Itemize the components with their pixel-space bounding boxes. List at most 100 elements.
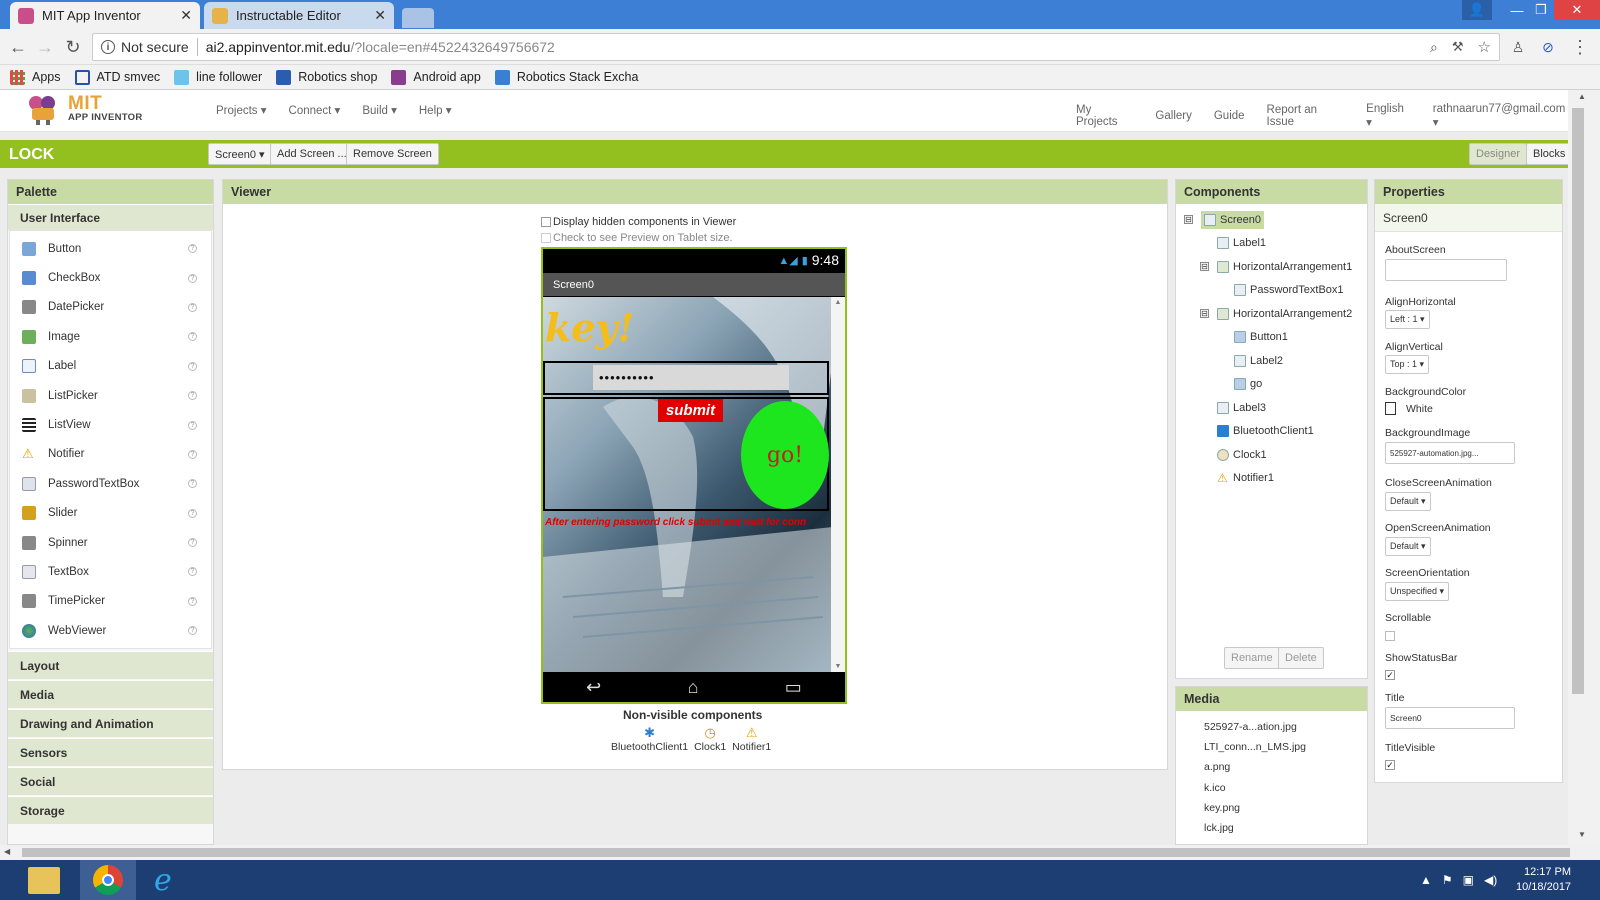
- nav-back-icon[interactable]: ↩: [586, 677, 601, 698]
- collapse-icon[interactable]: ⊟: [1184, 215, 1193, 225]
- help-icon[interactable]: ?: [188, 567, 197, 577]
- alignvertical-select[interactable]: Top : 1 ▾: [1385, 355, 1430, 374]
- bookmark-line-follower[interactable]: line follower: [174, 69, 262, 85]
- scrollbar-thumb[interactable]: [22, 848, 1570, 857]
- clock[interactable]: 12:17 PM 10/18/2017: [1516, 865, 1571, 895]
- media-file[interactable]: k.ico: [1204, 778, 1367, 798]
- palette-item-listpicker[interactable]: ListPicker?: [10, 381, 211, 410]
- bookmark-robotics-shop[interactable]: Robotics shop: [276, 69, 377, 85]
- account-menu[interactable]: rathnaarun77@gmail.com ▾: [1433, 103, 1568, 129]
- palette-item-textbox[interactable]: TextBox?: [10, 557, 211, 586]
- backgroundimage-picker[interactable]: 525927-automation.jpg...: [1385, 442, 1515, 464]
- link-my-projects[interactable]: My Projects: [1076, 104, 1133, 128]
- menu-help[interactable]: Help ▾: [419, 103, 452, 117]
- menu-build[interactable]: Build ▾: [362, 103, 397, 117]
- tree-node-label2[interactable]: Label2: [1184, 349, 1367, 373]
- collapse-icon[interactable]: ⊟: [1200, 262, 1209, 272]
- vertical-scrollbar[interactable]: ▲ ▼: [1568, 90, 1600, 845]
- bookmark-apps[interactable]: Apps: [10, 69, 61, 85]
- tree-node-label3[interactable]: Label3: [1184, 396, 1367, 420]
- help-icon[interactable]: ?: [188, 596, 197, 606]
- palette-category-user-interface[interactable]: User Interface: [8, 204, 213, 230]
- close-window-button[interactable]: ✕: [1554, 0, 1600, 20]
- tree-node-go[interactable]: go: [1184, 373, 1367, 397]
- help-icon[interactable]: ?: [188, 302, 197, 312]
- palette-category-layout[interactable]: Layout: [8, 651, 213, 680]
- tray-expand-icon[interactable]: ▲: [1420, 873, 1432, 887]
- new-tab-button[interactable]: [402, 8, 434, 28]
- palette-item-timepicker[interactable]: TimePicker?: [10, 587, 211, 616]
- showstatusbar-checkbox[interactable]: ✓: [1385, 670, 1395, 680]
- closescreenanimation-select[interactable]: Default ▾: [1385, 492, 1431, 511]
- palette-item-listview[interactable]: ListView?: [10, 410, 211, 439]
- tree-node-button1[interactable]: Button1: [1184, 326, 1367, 350]
- palette-item-button[interactable]: Button?: [10, 234, 211, 263]
- bookmark-atd[interactable]: ATD smvec: [74, 69, 160, 85]
- scrollbar-thumb[interactable]: [1572, 108, 1584, 694]
- palette-item-checkbox[interactable]: CheckBox?: [10, 263, 211, 292]
- media-file[interactable]: a.png: [1204, 757, 1367, 777]
- media-file[interactable]: key.png: [1204, 798, 1367, 818]
- palette-category-storage[interactable]: Storage: [8, 796, 213, 825]
- tablet-preview-option[interactable]: Check to see Preview on Tablet size.: [541, 232, 733, 244]
- collapse-icon[interactable]: ⊟: [1200, 309, 1209, 319]
- address-bar[interactable]: i Not secure ai2.appinventor.mit.edu /?l…: [92, 33, 1500, 61]
- menu-connect[interactable]: Connect ▾: [289, 103, 341, 117]
- openscreenanimation-select[interactable]: Default ▾: [1385, 537, 1431, 556]
- nav-recent-icon[interactable]: ▭: [785, 677, 802, 698]
- link-gallery[interactable]: Gallery: [1155, 110, 1191, 122]
- palette-category-social[interactable]: Social: [8, 767, 213, 796]
- horizontal-scrollbar[interactable]: ◀: [0, 845, 1570, 860]
- help-icon[interactable]: ?: [188, 479, 197, 489]
- hidden-components-option[interactable]: Display hidden components in Viewer: [541, 216, 736, 228]
- scroll-down-icon[interactable]: ▼: [831, 663, 845, 670]
- help-icon[interactable]: ?: [188, 332, 197, 342]
- help-icon[interactable]: ?: [188, 508, 197, 518]
- bookmark-star-icon[interactable]: ☆: [1478, 38, 1491, 56]
- password-textbox[interactable]: ••••••••••: [593, 365, 789, 390]
- help-icon[interactable]: ?: [188, 244, 197, 254]
- media-file[interactable]: lck.jpg: [1204, 818, 1367, 838]
- tree-node-notifier1[interactable]: ⚠ Notifier1: [1184, 467, 1367, 491]
- file-explorer-icon[interactable]: [28, 867, 60, 894]
- network-icon[interactable]: ▣: [1463, 873, 1474, 887]
- tree-node-clock1[interactable]: Clock1: [1184, 443, 1367, 467]
- zoom-icon[interactable]: ⌕: [1430, 39, 1438, 56]
- title-input[interactable]: Screen0: [1385, 707, 1515, 729]
- bookmark-robotics-stack[interactable]: Robotics Stack Excha: [494, 69, 638, 85]
- palette-category-media[interactable]: Media: [8, 680, 213, 709]
- help-icon[interactable]: ?: [188, 626, 197, 636]
- menu-icon[interactable]: ⋮: [1570, 37, 1590, 57]
- brush-icon[interactable]: ⚒: [1452, 39, 1464, 55]
- blocker-icon[interactable]: ⊘: [1538, 37, 1558, 57]
- nonvisible-notifier[interactable]: ⚠ Notifier1: [732, 725, 771, 753]
- titlevisible-checkbox[interactable]: ✓: [1385, 760, 1395, 770]
- help-icon[interactable]: ?: [188, 273, 197, 283]
- palette-item-label[interactable]: Label?: [10, 352, 211, 381]
- scrollable-checkbox[interactable]: [1385, 631, 1395, 641]
- remove-screen-button[interactable]: Remove Screen: [346, 143, 439, 165]
- flag-icon[interactable]: ⚑: [1442, 873, 1453, 887]
- palette-item-datepicker[interactable]: DatePicker?: [10, 293, 211, 322]
- phone-scrollbar[interactable]: ▲ ▼: [831, 297, 845, 672]
- chrome-taskbar-button[interactable]: [80, 860, 136, 900]
- browser-tab[interactable]: Instructable Editor ✕: [204, 2, 394, 29]
- screen-select[interactable]: Screen0 ▾: [208, 143, 272, 165]
- close-tab-icon[interactable]: ✕: [180, 7, 192, 24]
- tree-node-passwordtextbox1[interactable]: PasswordTextBox1: [1184, 279, 1367, 303]
- add-screen-button[interactable]: Add Screen ...: [270, 143, 354, 165]
- forward-icon[interactable]: →: [35, 37, 55, 57]
- go-button[interactable]: go!: [741, 401, 829, 509]
- nonvisible-clock[interactable]: ◷ Clock1: [694, 725, 726, 753]
- volume-icon[interactable]: ◀): [1484, 873, 1497, 887]
- palette-item-webviewer[interactable]: WebViewer?: [10, 616, 211, 645]
- scroll-left-icon[interactable]: ◀: [4, 847, 10, 856]
- backgroundcolor-picker[interactable]: White: [1385, 402, 1433, 415]
- tree-node-horizontalarrangement1[interactable]: ⊟ HorizontalArrangement1: [1184, 255, 1367, 279]
- blocks-button[interactable]: Blocks: [1526, 143, 1573, 165]
- help-icon[interactable]: ?: [188, 420, 197, 430]
- tree-node-screen0[interactable]: ⊟ Screen0: [1184, 208, 1367, 232]
- palette-category-sensors[interactable]: Sensors: [8, 738, 213, 767]
- help-icon[interactable]: ?: [188, 538, 197, 548]
- submit-button[interactable]: submit: [658, 399, 723, 422]
